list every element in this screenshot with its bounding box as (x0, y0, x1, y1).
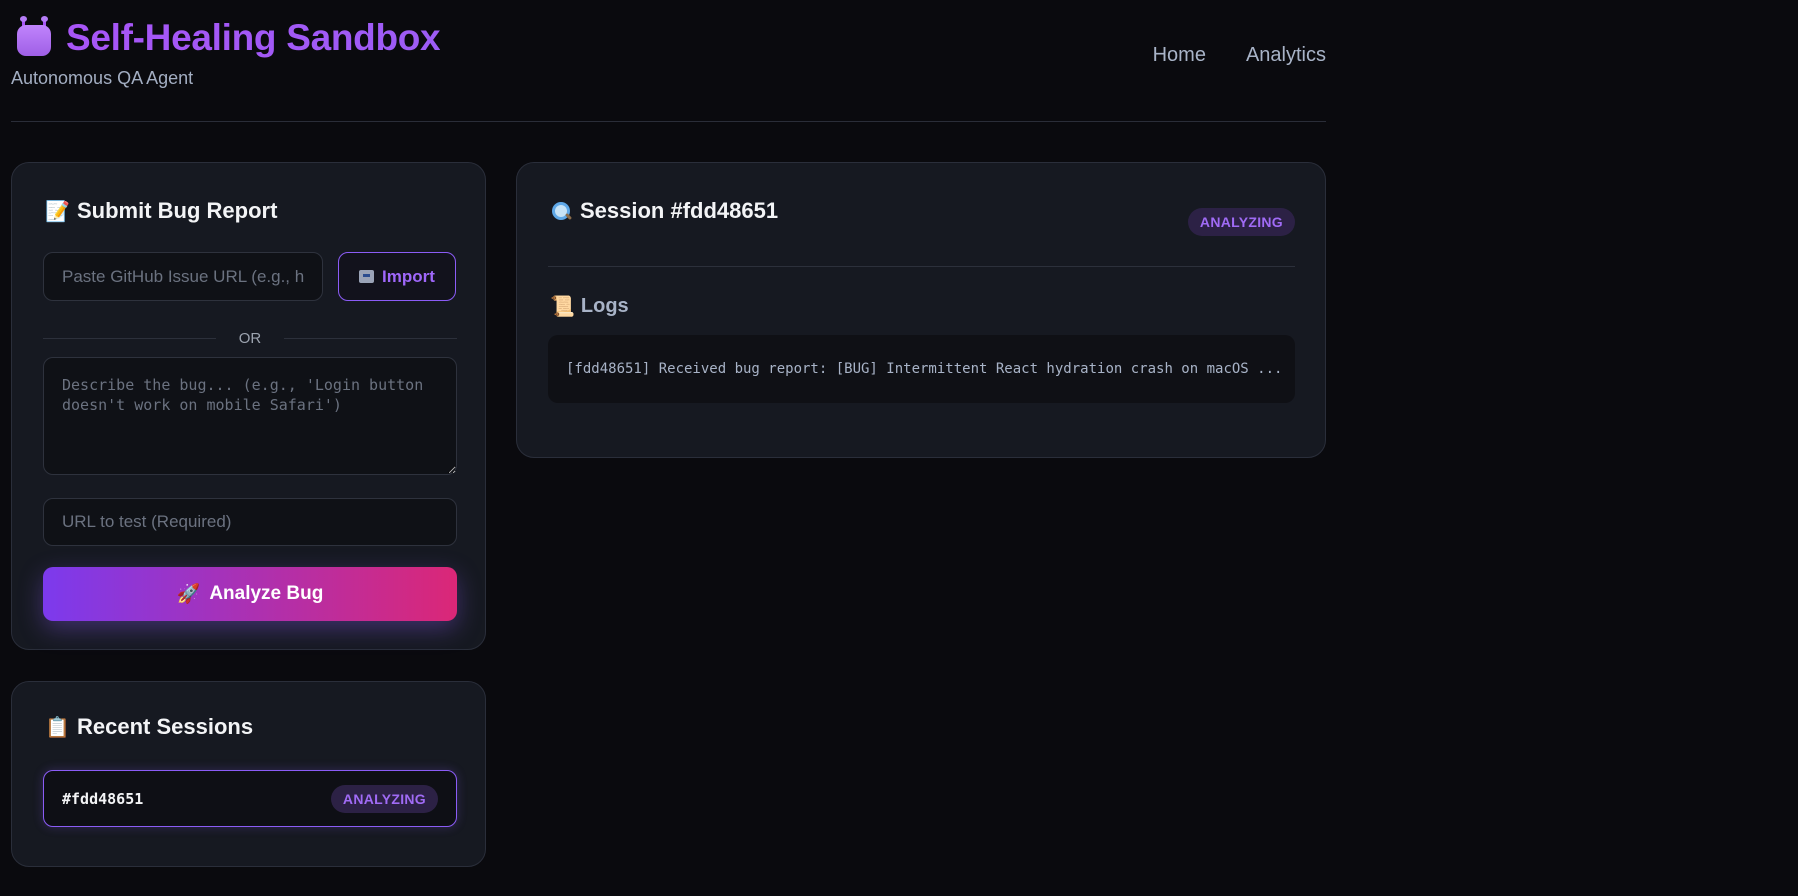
divider-line (43, 338, 216, 339)
session-list-item[interactable]: #fdd48651 ANALYZING (43, 770, 457, 827)
recent-sessions-title: 📋 Recent Sessions (45, 714, 253, 740)
submit-bug-title: 📝 Submit Bug Report (45, 198, 277, 224)
recent-sessions-card: 📋 Recent Sessions #fdd48651 ANALYZING (11, 681, 486, 867)
session-status-badge: ANALYZING (1187, 208, 1295, 236)
nav-analytics-link[interactable]: Analytics (1246, 44, 1326, 67)
clipboard-icon: 📋 (45, 716, 70, 739)
analyze-bug-button[interactable]: 🚀 Analyze Bug (43, 567, 457, 621)
test-url-input[interactable] (43, 498, 457, 546)
session-id: #fdd48651 (62, 789, 144, 808)
log-output: [fdd48651] Received bug report: [BUG] In… (548, 335, 1295, 403)
or-divider: OR (43, 330, 457, 347)
status-badge: ANALYZING (330, 784, 438, 813)
inbox-icon (359, 270, 375, 283)
logs-title-text: Logs (580, 295, 629, 317)
magnifier-icon (550, 200, 572, 222)
brand: Self-Healing Sandbox (15, 15, 441, 59)
divider-line (284, 338, 457, 339)
session-detail-card: Session #fdd48651 ANALYZING 📜 Logs [fdd4… (516, 162, 1326, 458)
nav-home-link[interactable]: Home (1153, 44, 1206, 67)
robot-icon (15, 15, 52, 58)
submit-bug-card: 📝 Submit Bug Report Import OR 🚀 Analyze … (11, 162, 486, 650)
memo-icon: 📝 (45, 200, 70, 223)
import-label: Import (382, 266, 435, 286)
session-title: Session #fdd48651 (550, 198, 778, 224)
app: Self-Healing Sandbox Autonomous QA Agent… (11, 0, 1326, 867)
app-title: Self-Healing Sandbox (66, 17, 441, 58)
top-nav: Home Analytics (1153, 44, 1326, 67)
rocket-icon: 🚀 (176, 584, 201, 605)
recent-sessions-title-text: Recent Sessions (77, 714, 254, 739)
import-button[interactable]: Import (338, 252, 456, 301)
submit-bug-title-text: Submit Bug Report (77, 198, 278, 223)
bug-description-textarea[interactable] (43, 357, 457, 475)
session-title-text: Session #fdd48651 (580, 198, 779, 223)
logs-title: 📜 Logs (550, 294, 629, 319)
or-label: OR (238, 330, 262, 347)
app-subtitle: Autonomous QA Agent (11, 68, 194, 88)
divider (548, 266, 1295, 267)
scroll-icon: 📜 (550, 296, 575, 318)
analyze-bug-label: Analyze Bug (209, 583, 324, 604)
log-line: [fdd48651] Received bug report: [BUG] In… (566, 361, 1283, 377)
header: Self-Healing Sandbox Autonomous QA Agent… (11, 0, 1326, 122)
github-issue-url-input[interactable] (43, 252, 323, 301)
